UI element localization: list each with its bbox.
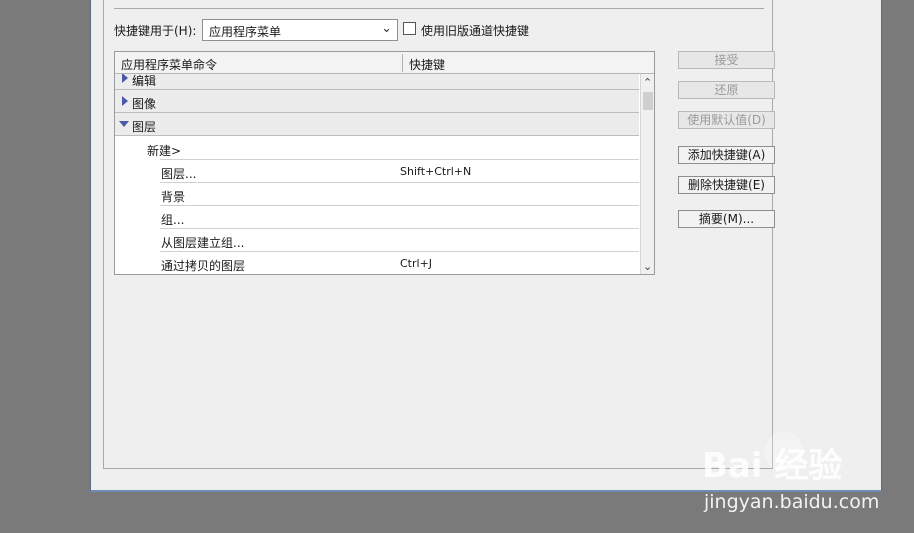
shortcut-for-value: 应用程序菜单 [209,25,282,39]
scroll-thumb[interactable] [643,92,653,110]
column-divider[interactable] [402,54,403,72]
table-row[interactable]: 组... [115,206,639,229]
shortcuts-table: 应用程序菜单命令 快捷键 编辑 图像 图层 新建> 图层... Shift+Ct… [114,51,655,275]
table-row[interactable]: 图层... Shift+Ctrl+N [115,160,639,183]
watermark-logo: Bai 经验 [702,446,843,486]
shortcuts-panel: 快捷键用于(H): 应用程序菜单 ⌄ 使用旧版通道快捷键 应用程序菜单命令 快捷… [103,0,775,469]
legacy-channel-label: 使用旧版通道快捷键 [421,24,530,38]
table-row-edit[interactable]: 编辑 [115,74,639,90]
shortcut-value[interactable]: Shift+Ctrl+N [400,165,471,178]
expand-arrow-icon[interactable] [122,74,128,83]
scroll-up-icon[interactable]: ⌃ [643,76,652,89]
table-row[interactable]: 背景 [115,183,639,206]
keyboard-shortcuts-dialog: 快捷键用于(H): 应用程序菜单 ⌄ 使用旧版通道快捷键 应用程序菜单命令 快捷… [90,0,882,492]
column-header-command[interactable]: 应用程序菜单命令 [121,56,217,73]
delete-shortcut-button[interactable]: 删除快捷键(E) [678,176,775,194]
shortcut-for-label: 快捷键用于(H): [114,24,197,38]
column-header-shortcut[interactable]: 快捷键 [409,56,445,73]
use-default-button[interactable]: 使用默认值(D) [678,111,775,129]
shortcut-for-select[interactable]: 应用程序菜单 ⌄ [202,19,398,41]
table-rows: 编辑 图像 图层 新建> 图层... Shift+Ctrl+N 背景 组... … [115,74,639,274]
table-row-layer[interactable]: 图层 [115,113,639,136]
divider [114,8,764,9]
legacy-channel-checkbox[interactable] [403,22,416,35]
chevron-down-icon: ⌄ [381,21,392,36]
revert-button[interactable]: 还原 [678,81,775,99]
expand-arrow-icon[interactable] [122,96,128,106]
add-shortcut-button[interactable]: 添加快捷键(A) [678,146,775,164]
table-row-image[interactable]: 图像 [115,90,639,113]
table-row[interactable]: 新建> [115,137,639,160]
accept-button[interactable]: 接受 [678,51,775,69]
shortcut-value[interactable]: Ctrl+J [400,257,432,270]
scroll-down-icon[interactable]: ⌄ [643,260,652,273]
table-row[interactable]: 从图层建立组... [115,229,639,252]
collapse-arrow-icon[interactable] [119,121,129,127]
watermark-url: jingyan.baidu.com [704,491,880,513]
table-row[interactable]: 通过拷贝的图层 Ctrl+J [115,252,639,274]
table-header: 应用程序菜单命令 快捷键 [115,52,654,74]
vertical-scrollbar[interactable]: ⌃ ⌄ [640,74,654,274]
summary-button[interactable]: 摘要(M)... [678,210,775,228]
